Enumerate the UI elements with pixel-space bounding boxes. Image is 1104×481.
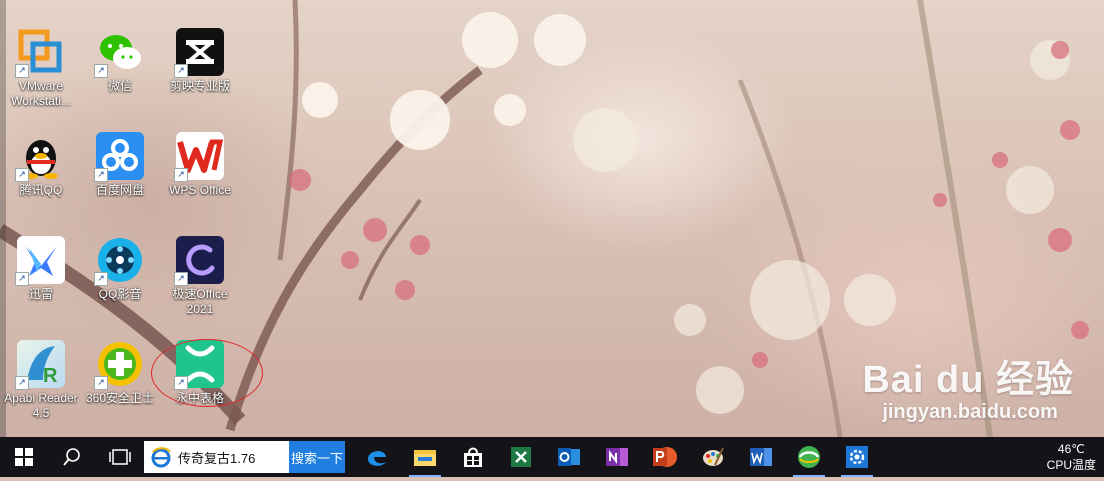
desktop-icon-qq[interactable]: ↗ 腾讯QQ [2, 132, 80, 198]
desktop-icon-label: 360安全卫士 [85, 391, 155, 405]
powerpoint-icon [653, 447, 677, 467]
shortcut-arrow-icon: ↗ [15, 64, 29, 78]
desktop-icon-xunlei[interactable]: ↗ 迅雷 [2, 236, 80, 302]
cpu-temperature-value: 46℃ [1057, 442, 1085, 456]
desktop-icon-label: 极速Office 2021 [172, 287, 228, 316]
search-button[interactable] [48, 437, 96, 477]
shortcut-arrow-icon: ↗ [94, 64, 108, 78]
desktop-icon-label: QQ影音 [98, 287, 142, 301]
shortcut-arrow-icon: ↗ [15, 376, 29, 390]
store-bag-icon [464, 447, 482, 467]
qq-player-icon: ↗ [94, 236, 144, 286]
word-icon [750, 448, 772, 466]
shortcut-arrow-icon: ↗ [94, 168, 108, 182]
jisu-office-icon: ↗ [174, 236, 224, 286]
desktop-icon-label: 腾讯QQ [19, 183, 63, 197]
taskbar-outlook[interactable] [545, 437, 593, 477]
desktop-icon-360[interactable]: ↗ 360安全卫士 [81, 340, 159, 406]
desktop-icon-label: WPS Office [169, 183, 231, 197]
edge-icon [368, 451, 386, 466]
desktop-icon-label: 剪映专业版 [169, 79, 230, 93]
browser-search-box[interactable]: 传奇复古1.76 [144, 441, 289, 473]
taskbar-onenote[interactable] [593, 437, 641, 477]
360-browser-icon [798, 446, 820, 468]
wps-office-icon: ↗ [174, 132, 224, 182]
xunlei-icon: ↗ [15, 236, 65, 286]
system-tray[interactable]: 46℃ CPU温度 [1047, 437, 1096, 481]
excel-icon [511, 447, 531, 467]
outlook-icon [558, 448, 580, 466]
vmware-icon: ↗ [15, 28, 65, 78]
search-icon [63, 448, 80, 466]
start-button[interactable] [0, 437, 48, 477]
qq-penguin-icon: ↗ [15, 132, 65, 182]
task-view-icon [109, 449, 131, 465]
onenote-icon [606, 448, 628, 466]
jianying-capcut-icon: ↗ [174, 28, 224, 78]
desktop-icon-label: Apabi Reader 4.5 [4, 391, 78, 420]
desktop-icon-label: 微信 [107, 79, 132, 93]
shortcut-arrow-icon: ↗ [174, 64, 188, 78]
shortcut-arrow-icon: ↗ [174, 376, 188, 390]
desktop-icon-wechat[interactable]: ↗ 微信 [81, 28, 159, 94]
paint-palette-icon [703, 447, 724, 466]
taskbar-excel[interactable] [497, 437, 545, 477]
desktop-icon-label: 迅雷 [28, 287, 53, 301]
360-security-icon: ↗ [94, 340, 144, 390]
desktop-icon-label: 永中表格 [175, 391, 224, 405]
taskbar-360-browser[interactable] [785, 437, 833, 477]
task-view-button[interactable] [96, 437, 144, 477]
baidu-jingyan-watermark: Bai du 经验 jingyan.baidu.com [862, 360, 1074, 424]
desktop-icon-vmware[interactable]: ↗ VMware Workstati... [2, 28, 80, 109]
desktop-icon-label: 百度网盘 [95, 183, 144, 197]
taskbar: 传奇复古1.76 搜索一下 46℃ CPU温度 [0, 437, 1104, 477]
watermark-url: jingyan.baidu.com [882, 401, 1058, 423]
desktop-icon-label: VMware Workstati... [11, 79, 71, 108]
baidu-netdisk-icon: ↗ [94, 132, 144, 182]
ie-browser-icon [151, 447, 171, 468]
yongzhong-spreadsheet-icon: ↗ [174, 340, 224, 390]
desktop-icon-jianying[interactable]: ↗ 剪映专业版 [161, 28, 239, 94]
taskbar-store[interactable] [449, 437, 497, 477]
watermark-brand: Bai du 经验 [862, 359, 1074, 401]
shortcut-arrow-icon: ↗ [15, 272, 29, 286]
taskbar-powerpoint[interactable] [641, 437, 689, 477]
shortcut-arrow-icon: ↗ [15, 168, 29, 182]
wechat-icon: ↗ [94, 28, 144, 78]
shortcut-arrow-icon: ↗ [94, 376, 108, 390]
desktop-icon-jisu-office[interactable]: ↗ 极速Office 2021 [161, 236, 239, 317]
windows-logo-icon [15, 448, 33, 466]
svg-text:R: R [43, 365, 58, 387]
taskbar-paint[interactable] [689, 437, 737, 477]
shortcut-arrow-icon: ↗ [174, 168, 188, 182]
taskbar-divider [345, 442, 353, 472]
desktop-icon-baidu-netdisk[interactable]: ↗ 百度网盘 [81, 132, 159, 198]
search-submit-button[interactable]: 搜索一下 [289, 441, 345, 473]
search-query-text: 传奇复古1.76 [178, 450, 256, 466]
shortcut-arrow-icon: ↗ [94, 272, 108, 286]
desktop-icon-wps[interactable]: ↗ WPS Office [161, 132, 239, 198]
taskbar-file-explorer[interactable] [401, 437, 449, 477]
apabi-reader-icon: R ↗ [15, 340, 65, 390]
desktop-icon-apabi[interactable]: R ↗ Apabi Reader 4.5 [2, 340, 80, 421]
desktop-icon-qq-player[interactable]: ↗ QQ影音 [81, 236, 159, 302]
cpu-temperature-label: CPU温度 [1046, 458, 1096, 472]
taskbar-word[interactable] [737, 437, 785, 477]
gear-icon [846, 446, 868, 468]
shortcut-arrow-icon: ↗ [174, 272, 188, 286]
taskbar-settings[interactable] [833, 437, 881, 477]
taskbar-edge[interactable] [353, 437, 401, 477]
folder-icon [414, 450, 436, 466]
desktop-icon-yongzhong-sheet[interactable]: ↗ 永中表格 [161, 340, 239, 406]
